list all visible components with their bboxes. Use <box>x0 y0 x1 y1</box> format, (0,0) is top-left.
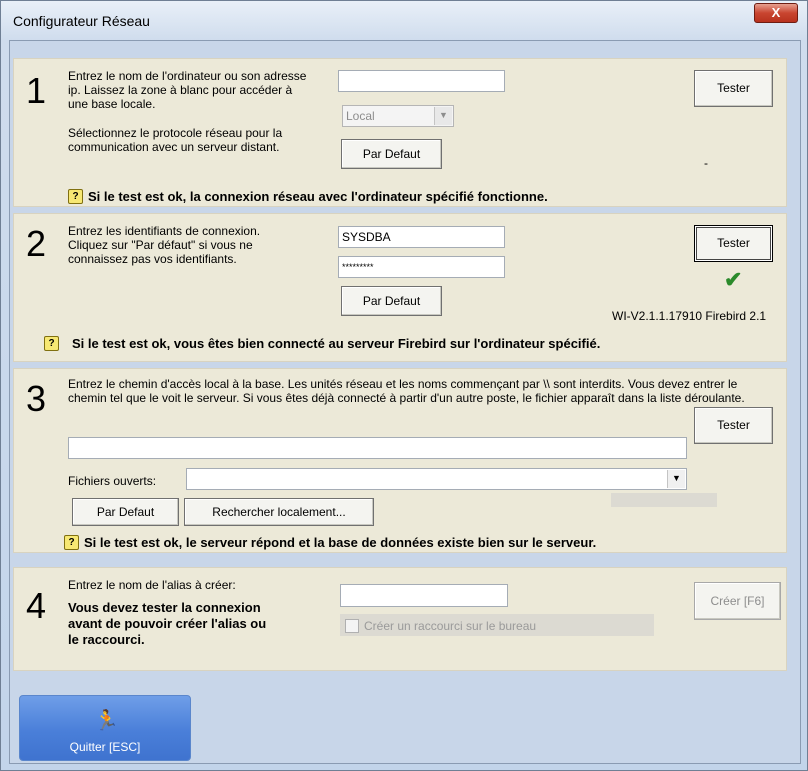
alias-input[interactable] <box>340 584 508 607</box>
configurator-window: Configurateur Réseau X 1 Entrez le nom d… <box>0 0 808 771</box>
browse-local-button[interactable]: Rechercher localement... <box>184 498 374 526</box>
section-1-panel: 1 Entrez le nom de l'ordinateur ou son a… <box>13 58 787 207</box>
section-3-hint: Si le test est ok, le serveur répond et … <box>84 535 597 550</box>
section-4-warning: Vous devez tester la connexion avant de … <box>68 600 267 647</box>
hint-icon: ? <box>64 535 79 550</box>
open-files-select[interactable]: ▼ <box>186 468 687 490</box>
section-2-test-button[interactable]: Tester <box>694 225 773 262</box>
step-number-3: 3 <box>26 378 47 419</box>
section-2-panel: 2 Entrez les identifiants de connexion. … <box>13 213 787 362</box>
protocol-select: Local ▼ <box>342 105 454 127</box>
section-1-protocol-description: Sélectionnez le protocole réseau pour la… <box>68 126 283 154</box>
chevron-down-icon: ▼ <box>434 107 452 125</box>
exit-door-icon: 🏃 <box>94 710 119 732</box>
section-1-default-button[interactable]: Par Defaut <box>341 139 442 169</box>
progress-bar <box>611 493 717 507</box>
section-3-default-button[interactable]: Par Defaut <box>72 498 179 526</box>
create-alias-button[interactable]: Créer [F6] <box>694 582 781 620</box>
quit-button[interactable]: 🏃 Quitter [ESC] <box>19 695 191 761</box>
section-3-description: Entrez le chemin d'accès local à la base… <box>68 377 745 405</box>
host-input[interactable] <box>338 70 505 92</box>
close-icon: X <box>771 5 781 20</box>
quit-label: Quitter [ESC] <box>69 740 141 754</box>
step-number-4: 4 <box>26 585 47 626</box>
database-path-input[interactable] <box>68 437 687 459</box>
password-input[interactable] <box>338 256 505 278</box>
section-1-hint: Si le test est ok, la connexion réseau a… <box>88 189 548 204</box>
close-button[interactable]: X <box>754 3 798 23</box>
section-4-panel: 4 Entrez le nom de l'alias à créer: Vous… <box>13 567 787 671</box>
section-3-test-button[interactable]: Tester <box>694 407 773 444</box>
section-2-hint: Si le test est ok, vous êtes bien connec… <box>72 336 601 351</box>
section-2-default-button[interactable]: Par Defaut <box>341 286 442 316</box>
hint-icon: ? <box>68 189 83 204</box>
section-1-status: - <box>704 156 708 170</box>
section-1-description: Entrez le nom de l'ordinateur ou son adr… <box>68 69 307 111</box>
success-check-icon: ✔ <box>724 267 743 292</box>
section-4-description: Entrez le nom de l'alias à créer: <box>68 578 236 592</box>
section-2-description: Entrez les identifiants de connexion. Cl… <box>68 224 261 266</box>
chevron-down-icon: ▼ <box>667 470 685 488</box>
section-1-test-button[interactable]: Tester <box>694 70 773 107</box>
protocol-value: Local <box>346 109 375 123</box>
section-3-panel: 3 Entrez le chemin d'accès local à la ba… <box>13 368 787 553</box>
firebird-version: WI-V2.1.1.17910 Firebird 2.1 <box>612 309 767 323</box>
hint-icon: ? <box>44 336 59 351</box>
shortcut-checkbox[interactable] <box>345 619 359 633</box>
step-number-2: 2 <box>26 223 47 264</box>
shortcut-label: Créer un raccourci sur le bureau <box>364 619 537 633</box>
window-title: Configurateur Réseau <box>13 13 150 29</box>
open-files-label: Fichiers ouverts: <box>68 474 157 488</box>
step-number-1: 1 <box>26 70 47 111</box>
username-input[interactable] <box>338 226 505 248</box>
title-bar: Configurateur Réseau X <box>1 1 807 41</box>
